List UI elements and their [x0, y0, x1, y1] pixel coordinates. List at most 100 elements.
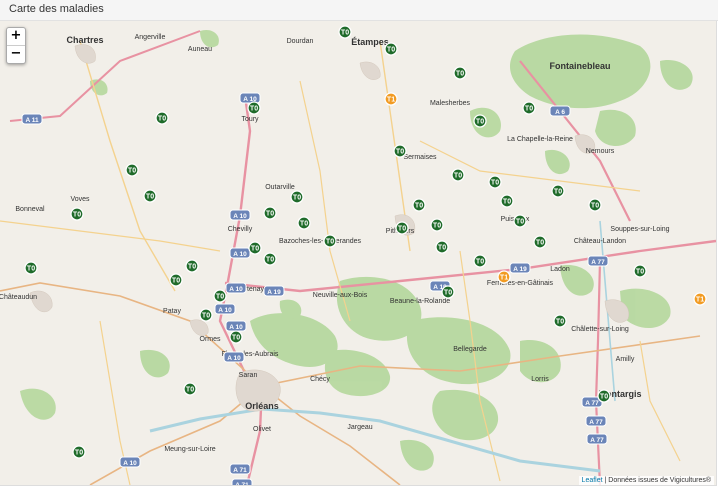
place-label: Jargeau — [347, 424, 372, 431]
road-shield: A 6 — [549, 105, 571, 117]
disease-marker[interactable]: T0 — [229, 330, 243, 344]
disease-marker[interactable]: T0 — [143, 189, 157, 203]
marker-label: T0 — [172, 278, 180, 285]
disease-marker[interactable]: T0 — [430, 218, 444, 232]
disease-marker[interactable]: T0 — [263, 206, 277, 220]
zoom-out-button[interactable]: − — [7, 45, 25, 63]
road-shield-label: A 10 — [229, 286, 243, 293]
disease-marker[interactable]: T0 — [435, 240, 449, 254]
leaflet-link[interactable]: Leaflet — [582, 477, 603, 484]
place-label: Meung-sur-Loire — [164, 446, 215, 453]
marker-label: T0 — [536, 240, 544, 247]
disease-marker[interactable]: T0 — [500, 194, 514, 208]
road-shield: A 19 — [263, 285, 285, 297]
disease-marker[interactable]: T0 — [588, 198, 602, 212]
marker-label: T0 — [27, 266, 35, 273]
marker-label: T0 — [146, 194, 154, 201]
place-label: Malesherbes — [430, 100, 471, 107]
disease-marker[interactable]: T0 — [297, 216, 311, 230]
attribution-text: Données issues de Vigicultures® — [608, 477, 711, 484]
place-label: Sermaises — [403, 154, 437, 161]
marker-label: T0 — [454, 173, 462, 180]
place-label: Saran — [239, 372, 258, 379]
road-shield: A 10 — [223, 351, 245, 363]
disease-marker[interactable]: T1 — [384, 92, 398, 106]
place-label: Chécy — [310, 376, 330, 383]
disease-marker[interactable]: T1 — [693, 292, 707, 306]
place-label: Château-Landon — [574, 238, 626, 245]
disease-marker[interactable]: T0 — [323, 234, 337, 248]
place-label: Lorris — [531, 376, 549, 383]
place-label: Fontainebleau — [549, 61, 610, 71]
road-shield: A 10 — [239, 92, 261, 104]
disease-marker[interactable]: T0 — [70, 207, 84, 221]
marker-label: T0 — [186, 387, 194, 394]
disease-marker[interactable]: T1 — [497, 270, 511, 284]
road-shield: A 71 — [231, 478, 253, 485]
road-shield-label: A 77 — [589, 419, 603, 426]
marker-label: T0 — [266, 211, 274, 218]
disease-marker[interactable]: T0 — [290, 190, 304, 204]
disease-marker[interactable]: T0 — [451, 168, 465, 182]
zoom-control: + − — [6, 27, 26, 64]
road-shield-label: A 77 — [591, 259, 605, 266]
road-shield: A 10 — [225, 282, 247, 294]
disease-marker[interactable]: T0 — [393, 144, 407, 158]
disease-marker[interactable]: T0 — [24, 261, 38, 275]
place-label: Ormes — [200, 336, 222, 343]
disease-marker[interactable]: T0 — [473, 114, 487, 128]
disease-marker[interactable]: T0 — [185, 259, 199, 273]
road-shield-label: A 10 — [218, 307, 232, 314]
place-label: Amilly — [616, 356, 635, 363]
marker-label: T0 — [600, 394, 608, 401]
marker-label: T0 — [251, 246, 259, 253]
disease-marker[interactable]: T0 — [597, 389, 611, 403]
disease-marker[interactable]: T0 — [488, 175, 502, 189]
marker-label: T0 — [476, 259, 484, 266]
marker-label: T0 — [75, 450, 83, 457]
place-label: Dourdan — [287, 38, 314, 45]
disease-marker[interactable]: T0 — [72, 445, 86, 459]
place-label: La Chapelle-la-Reine — [507, 136, 573, 143]
disease-marker[interactable]: T0 — [522, 101, 536, 115]
place-label: Neuville-aux-Bois — [313, 292, 368, 299]
disease-marker[interactable]: T0 — [155, 111, 169, 125]
disease-marker[interactable]: T0 — [169, 273, 183, 287]
disease-marker[interactable]: T0 — [441, 285, 455, 299]
zoom-in-button[interactable]: + — [7, 28, 25, 45]
marker-label: T0 — [444, 290, 452, 297]
marker-label: T0 — [456, 71, 464, 78]
disease-marker[interactable]: T0 — [213, 289, 227, 303]
disease-marker[interactable]: T0 — [199, 308, 213, 322]
disease-marker[interactable]: T0 — [384, 42, 398, 56]
marker-label: T0 — [554, 189, 562, 196]
disease-marker[interactable]: T0 — [553, 314, 567, 328]
place-label: Souppes-sur-Loing — [610, 226, 669, 233]
map-canvas[interactable]: ChartresÉtampesFontainebleauNemoursPithi… — [0, 21, 716, 485]
road-shield-label: A 19 — [267, 289, 281, 296]
disease-marker[interactable]: T0 — [247, 101, 261, 115]
disease-marker[interactable]: T0 — [473, 254, 487, 268]
road-shield-label: A 77 — [590, 437, 604, 444]
place-label: Outarville — [265, 184, 295, 191]
disease-marker[interactable]: T0 — [248, 241, 262, 255]
disease-marker[interactable]: T0 — [513, 214, 527, 228]
disease-marker[interactable]: T0 — [183, 382, 197, 396]
disease-marker[interactable]: T0 — [412, 198, 426, 212]
road-shield-label: A 77 — [585, 400, 599, 407]
disease-marker[interactable]: T0 — [125, 163, 139, 177]
disease-marker[interactable]: T0 — [453, 66, 467, 80]
map-view[interactable]: ChartresÉtampesFontainebleauNemoursPithi… — [0, 21, 717, 486]
marker-label: T0 — [266, 257, 274, 264]
disease-marker[interactable]: T0 — [533, 235, 547, 249]
disease-marker[interactable]: T0 — [551, 184, 565, 198]
place-label: Orléans — [245, 401, 279, 411]
page-title: Carte des maladies — [9, 3, 104, 15]
place-label: Étampes — [351, 37, 389, 47]
marker-label: T0 — [387, 47, 395, 54]
disease-marker[interactable]: T0 — [633, 264, 647, 278]
disease-marker[interactable]: T0 — [338, 25, 352, 39]
disease-marker[interactable]: T0 — [395, 221, 409, 235]
disease-marker[interactable]: T0 — [263, 252, 277, 266]
marker-label: T0 — [202, 313, 210, 320]
